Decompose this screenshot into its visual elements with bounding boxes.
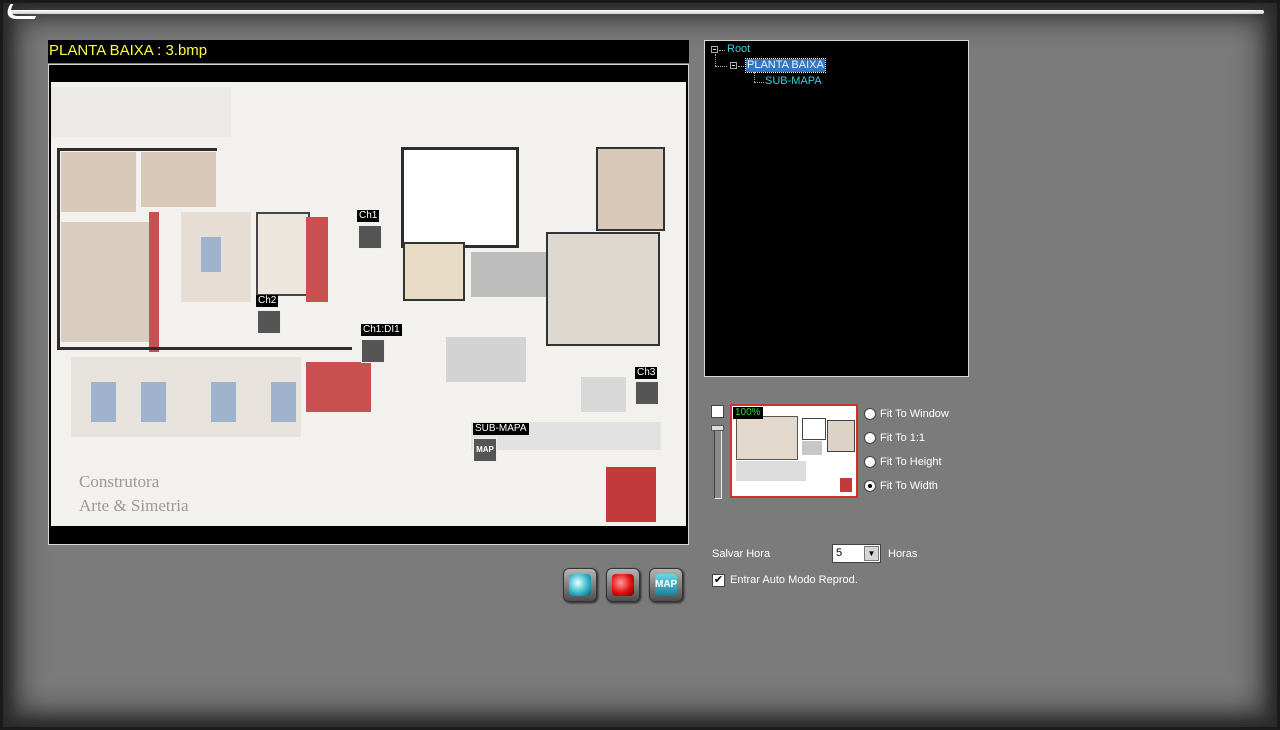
floorplan-table (581, 377, 626, 412)
radio-button[interactable] (864, 480, 876, 492)
preview-room (802, 441, 822, 455)
map-preview-thumbnail[interactable]: 100% (730, 404, 858, 498)
hours-label: Horas (888, 548, 918, 560)
floorplan-wall (57, 148, 217, 151)
floorplan-caption: Arte & Simetria (79, 496, 189, 515)
tree-connector (715, 54, 716, 66)
tree-item-sub-mapa[interactable]: SUB-MAPA (765, 75, 822, 88)
floorplan-stairwell (401, 147, 519, 248)
add-map-button[interactable]: MAP (649, 568, 683, 602)
floorplan-fixture (271, 382, 296, 422)
camera-marker-ch3[interactable]: Ch3 (635, 367, 665, 409)
zoom-slider-thumb[interactable] (711, 425, 724, 431)
floorplan-wall (57, 347, 352, 350)
chevron-down-icon[interactable]: ▼ (864, 546, 879, 561)
map-panel[interactable]: Construtora Arte & Simetria (48, 64, 689, 545)
map-title: PLANTA BAIXA : 3.bmp (48, 40, 689, 63)
collapse-icon[interactable] (711, 46, 718, 53)
submap-marker[interactable]: SUB-MAPA MAP (473, 423, 533, 465)
alarm-marker-ch1-di1[interactable]: Ch1:DI1 (361, 324, 406, 366)
floorplan-caption: Construtora (79, 472, 160, 491)
camera-icon[interactable] (257, 310, 281, 334)
radio-label: Fit To Height (880, 456, 942, 468)
floorplan-room (596, 147, 665, 231)
floorplan-fixture (91, 382, 116, 422)
preview-room (827, 420, 855, 452)
tree-item-planta-baixa[interactable]: PLANTA BAIXA (745, 58, 826, 73)
tree-connector (754, 82, 764, 83)
map-tree-view[interactable]: Root PLANTA BAIXA SUB-MAPA (704, 40, 969, 377)
floorplan-wall-accent (149, 212, 159, 352)
auto-playback-label: Entrar Auto Modo Reprod. (730, 574, 858, 586)
hours-value: 5 (836, 547, 843, 559)
floorplan-room (471, 252, 546, 297)
camera-icon (569, 574, 591, 596)
zoom-slider-track[interactable] (714, 427, 722, 499)
floorplan-wall-accent (306, 362, 371, 412)
auto-playback-checkbox[interactable]: ✔ (712, 574, 725, 587)
floorplan-wall-accent (306, 217, 328, 302)
map-icon[interactable]: MAP (473, 438, 497, 462)
tree-connector (738, 66, 744, 67)
marker-label: Ch3 (635, 367, 658, 379)
preview-logo (840, 478, 852, 492)
floorplan-room (141, 152, 216, 207)
tree-connector (719, 50, 725, 51)
floorplan-fixture (201, 237, 221, 272)
preview-room (736, 461, 806, 481)
save-time-label: Salvar Hora (712, 548, 771, 560)
floorplan-logo-block (606, 467, 656, 522)
floorplan-wall (57, 148, 60, 348)
floorplan-image[interactable]: Construtora Arte & Simetria (51, 82, 686, 526)
camera-icon[interactable] (358, 225, 382, 249)
collapse-icon[interactable] (730, 62, 737, 69)
floorplan-room (61, 152, 136, 212)
tree-item-root[interactable]: Root (727, 43, 750, 56)
hours-dropdown[interactable]: 5 ▼ (832, 544, 881, 563)
floorplan-room (546, 232, 660, 346)
radio-button[interactable] (864, 408, 876, 420)
preview-room (736, 416, 798, 460)
tree-connector (715, 66, 727, 67)
alarm-icon (612, 574, 634, 596)
camera-marker-ch1[interactable]: Ch1 (357, 210, 387, 252)
radio-button[interactable] (864, 456, 876, 468)
floorplan-fixture (141, 382, 166, 422)
floorplan-room (61, 222, 156, 342)
floorplan-fixture (211, 382, 236, 422)
radio-button[interactable] (864, 432, 876, 444)
floorplan-header-block (51, 87, 231, 137)
floorplan-room (256, 212, 310, 296)
radio-label: Fit To Window (880, 408, 949, 420)
zoom-checkbox[interactable] (711, 405, 724, 418)
add-alarm-button[interactable] (606, 568, 640, 602)
radio-label: Fit To Width (880, 480, 938, 492)
preview-room (802, 418, 826, 440)
alarm-icon[interactable] (361, 339, 385, 363)
add-camera-button[interactable] (563, 568, 597, 602)
marker-label: Ch1 (357, 210, 380, 222)
floorplan-room (403, 242, 465, 301)
marker-label: Ch1:DI1 (361, 324, 402, 336)
marker-label: Ch2 (256, 295, 279, 307)
zoom-level-readout: 100% (733, 407, 763, 419)
radio-label: Fit To 1:1 (880, 432, 926, 444)
camera-icon[interactable] (635, 381, 659, 405)
camera-marker-ch2[interactable]: Ch2 (256, 295, 286, 337)
marker-label: SUB-MAPA (473, 423, 529, 435)
map-icon: MAP (655, 574, 677, 596)
floorplan-table (446, 337, 526, 382)
window-top-border (8, 10, 1264, 14)
tree-connector (754, 72, 755, 82)
